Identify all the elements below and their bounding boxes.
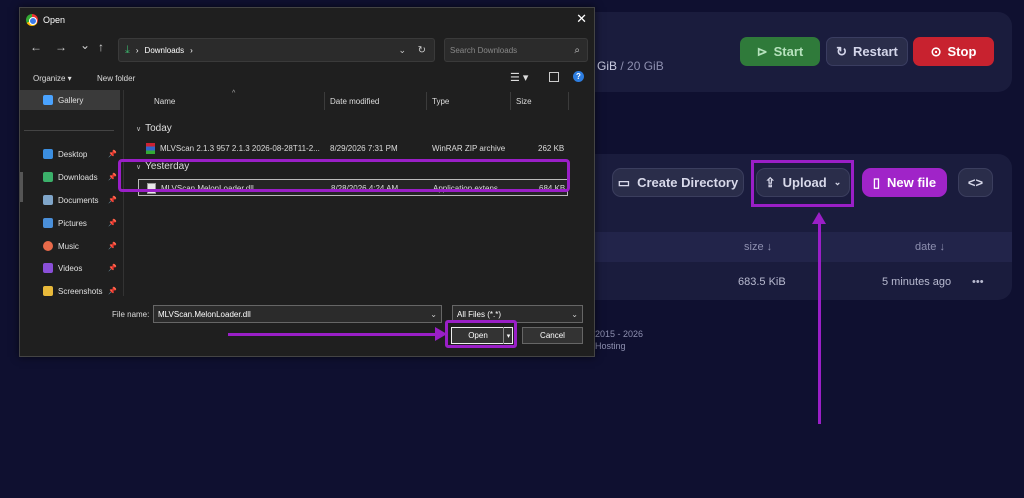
storage-usage: GiB / 20 GiB — [597, 59, 664, 73]
sidebar-item-videos[interactable]: Videos 📌 — [20, 258, 120, 278]
sort-caret-icon: ^ — [232, 90, 236, 97]
column-divider[interactable] — [324, 92, 325, 110]
preview-pane-icon[interactable] — [549, 72, 559, 82]
recent-locations-icon[interactable]: ⌄ — [80, 38, 90, 52]
chevron-down-icon[interactable]: ⌄ — [398, 45, 406, 56]
arrow-to-upload — [812, 212, 826, 424]
videos-icon — [43, 263, 53, 273]
column-header-name[interactable]: Name — [154, 97, 175, 106]
sidebar-item-pictures[interactable]: Pictures 📌 — [20, 213, 120, 233]
pin-icon: 📌 — [108, 243, 117, 250]
stop-icon: ⊙ — [930, 43, 942, 59]
pin-icon: 📌 — [108, 288, 117, 295]
navigation-pane: Gallery Desktop 📌 Downloads 📌 Documents … — [20, 90, 120, 296]
documents-icon — [43, 195, 53, 205]
sidebar-item-desktop[interactable]: Desktop 📌 — [20, 144, 120, 164]
file-row[interactable]: MLVScan 2.1.3 957 2.1.3 2026-08-28T11-2.… — [138, 140, 568, 157]
file-name-label: File name: — [112, 310, 150, 319]
dialog-toolbar: Organize ▾ New folder ☰ ▾ ? — [20, 70, 596, 90]
group-header-today[interactable]: ∨ Today — [136, 123, 172, 134]
column-header-type[interactable]: Type — [432, 97, 449, 106]
file-name-field[interactable]: MLVScan.MelonLoader.dll ⌄ — [153, 305, 442, 323]
arrow-to-open-button — [228, 327, 447, 341]
dialog-title: Open — [43, 15, 66, 25]
chevron-down-icon[interactable]: ⌄ — [430, 310, 437, 319]
up-arrow-icon[interactable]: ↑ — [98, 40, 104, 54]
sidebar-item-downloads[interactable]: Downloads 📌 — [20, 167, 120, 187]
pictures-icon — [43, 218, 53, 228]
more-actions-button[interactable]: ••• — [972, 276, 984, 288]
file-size: 683.5 KiB — [738, 276, 786, 288]
back-arrow-icon[interactable]: ← — [30, 40, 42, 54]
footer-hosting: Hosting — [595, 341, 626, 351]
new-folder-button[interactable]: New folder — [97, 74, 135, 83]
address-bar[interactable]: ⤓ › Downloads › ⌄ ↻ — [118, 38, 435, 62]
sidebar-item-documents[interactable]: Documents 📌 — [20, 190, 120, 210]
size-column-header[interactable]: size ↓ — [744, 241, 772, 253]
file-date: 5 minutes ago — [882, 276, 952, 288]
sidebar-item-screenshots[interactable]: Screenshots 📌 — [20, 281, 120, 301]
view-options-icon[interactable]: ☰ ▾ — [510, 71, 528, 84]
pin-icon: 📌 — [108, 265, 117, 272]
organize-menu[interactable]: Organize ▾ — [33, 74, 72, 83]
selected-file-highlight-box — [118, 159, 570, 192]
navigation-bar: ← → ⌄ ↑ ⤓ › Downloads › ⌄ ↻ Search Downl… — [20, 36, 596, 64]
start-button[interactable]: ⊳ Start — [740, 37, 820, 66]
restart-button[interactable]: ↻ Restart — [826, 37, 908, 66]
downloads-icon — [43, 172, 53, 182]
upload-highlight-box — [751, 160, 854, 207]
dialog-titlebar: Open ✕ — [20, 8, 594, 32]
footer-copyright: 2015 - 2026 — [595, 329, 644, 339]
column-header-size[interactable]: Size — [516, 97, 532, 106]
pin-icon: 📌 — [108, 197, 117, 204]
pin-icon: 📌 — [108, 174, 117, 181]
pane-divider[interactable] — [123, 90, 124, 296]
chevron-down-icon: ∨ — [136, 126, 142, 133]
file-date-modified: 8/29/2026 7:31 PM — [330, 144, 398, 153]
column-header-date[interactable]: Date modified — [330, 97, 379, 106]
zip-icon — [146, 143, 155, 154]
search-input[interactable]: Search Downloads ⌕ — [444, 38, 588, 62]
folder-icon — [43, 286, 53, 296]
date-column-header[interactable]: date ↓ — [915, 241, 945, 253]
search-icon: ⌕ — [574, 44, 580, 56]
sidebar-item-gallery[interactable]: Gallery — [20, 90, 120, 110]
file-list: ^ Name Date modified Type Size ∨ Today ML… — [128, 90, 594, 296]
gallery-icon — [43, 95, 53, 105]
column-divider[interactable] — [426, 92, 427, 110]
new-file-button[interactable]: ▯ New file — [862, 168, 947, 197]
play-icon: ⊳ — [756, 43, 768, 59]
restart-icon: ↻ — [836, 43, 848, 59]
desktop-icon — [43, 149, 53, 159]
sidebar-divider — [24, 130, 114, 131]
folder-plus-icon: ▭ — [617, 174, 631, 190]
code-view-button[interactable]: <> — [958, 168, 993, 197]
cancel-button[interactable]: Cancel — [522, 327, 583, 344]
file-name: MLVScan 2.1.3 957 2.1.3 2026-08-28T11-2.… — [160, 144, 320, 153]
chrome-icon — [26, 14, 38, 26]
help-icon[interactable]: ? — [573, 71, 584, 82]
file-type: WinRAR ZIP archive — [432, 144, 506, 153]
file-size: 262 KB — [538, 144, 565, 153]
chevron-down-icon: ⌄ — [571, 309, 578, 319]
open-button-highlight-box — [445, 320, 517, 348]
stop-button[interactable]: ⊙ Stop — [913, 37, 994, 66]
refresh-icon[interactable]: ↻ — [418, 45, 426, 56]
music-icon — [43, 241, 53, 251]
downloads-icon: ⤓ — [125, 43, 130, 56]
file-plus-icon: ▯ — [872, 174, 881, 190]
forward-arrow-icon[interactable]: → — [55, 40, 67, 54]
pin-icon: 📌 — [108, 220, 117, 227]
column-divider[interactable] — [568, 92, 569, 110]
close-icon[interactable]: ✕ — [576, 11, 587, 27]
create-directory-button[interactable]: ▭ Create Directory — [612, 168, 744, 197]
breadcrumb-downloads[interactable]: Downloads — [145, 46, 185, 55]
sidebar-item-music[interactable]: Music 📌 — [20, 236, 120, 256]
column-divider[interactable] — [510, 92, 511, 110]
pin-icon: 📌 — [108, 151, 117, 158]
